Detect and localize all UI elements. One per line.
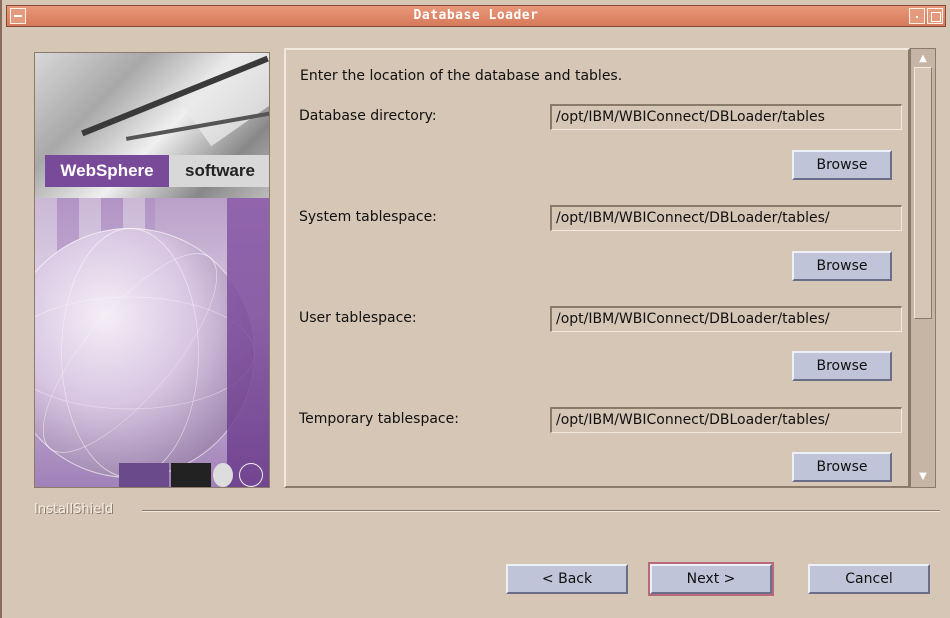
temporary-tablespace-label: Temporary tablespace: [299, 411, 459, 427]
decorative-icon-strip [119, 461, 269, 487]
websphere-side-image: WebSphere software [34, 52, 270, 488]
scroll-down-icon[interactable]: ▼ [914, 470, 932, 484]
user-tablespace-input[interactable]: /opt/IBM/WBIConnect/DBLoader/tables/ [550, 306, 902, 332]
footer-divider [142, 510, 940, 512]
websphere-logo-text: WebSphere [45, 155, 169, 187]
minimize-icon[interactable] [909, 8, 925, 24]
system-tablespace-browse-button[interactable]: Browse [792, 251, 892, 281]
instruction-text: Enter the location of the database and t… [300, 68, 623, 84]
database-directory-browse-button[interactable]: Browse [792, 150, 892, 180]
user-tablespace-label: User tablespace: [299, 310, 417, 326]
window-title: Database Loader [413, 8, 539, 23]
vertical-scrollbar[interactable]: ▲ ▼ [910, 48, 936, 488]
database-directory-label: Database directory: [299, 108, 437, 124]
database-directory-input[interactable]: /opt/IBM/WBIConnect/DBLoader/tables [550, 104, 902, 130]
system-tablespace-input[interactable]: /opt/IBM/WBIConnect/DBLoader/tables/ [550, 205, 902, 231]
globe-image [35, 198, 269, 487]
back-button[interactable]: < Back [506, 564, 628, 594]
title-bar[interactable]: Database Loader [6, 5, 946, 27]
maximize-icon[interactable] [927, 8, 943, 24]
temporary-tablespace-input[interactable]: /opt/IBM/WBIConnect/DBLoader/tables/ [550, 407, 902, 433]
next-button[interactable]: Next > [648, 562, 774, 596]
globe-graphic [35, 228, 255, 478]
scroll-thumb[interactable] [914, 67, 932, 319]
websphere-logo: WebSphere software [35, 155, 269, 187]
system-tablespace-label: System tablespace: [299, 209, 437, 225]
installshield-label: InstallShield [34, 502, 114, 517]
scroll-up-icon[interactable]: ▲ [914, 52, 932, 66]
dialog-window: Database Loader WebSphere software ▲ ▼ E… [0, 0, 950, 618]
user-tablespace-browse-button[interactable]: Browse [792, 351, 892, 381]
software-logo-text: software [169, 155, 269, 187]
temporary-tablespace-browse-button[interactable]: Browse [792, 452, 892, 482]
cancel-button[interactable]: Cancel [808, 564, 930, 594]
